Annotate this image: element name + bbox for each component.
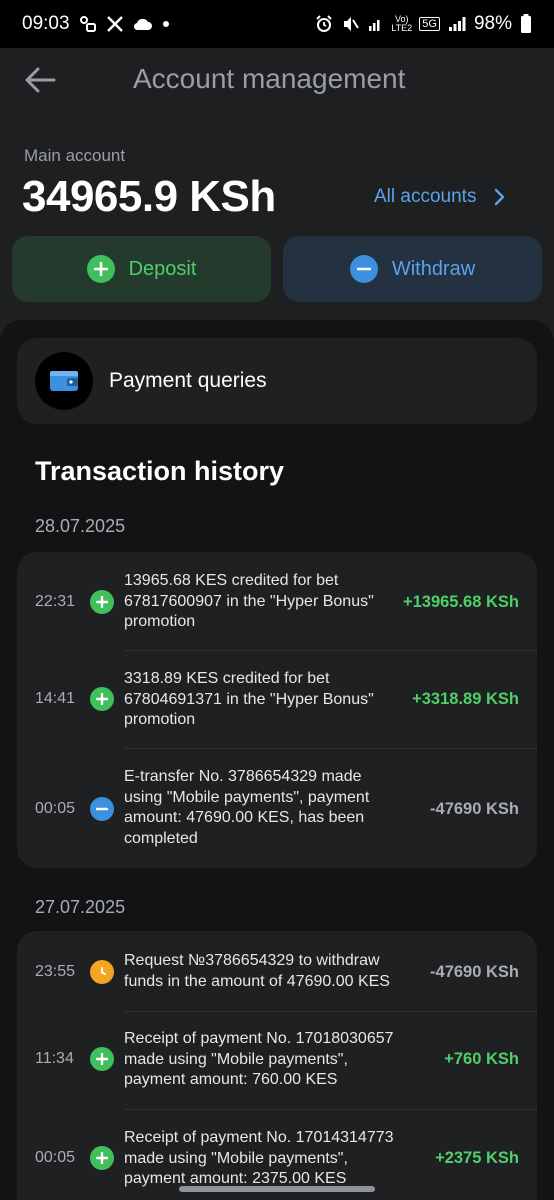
plus-icon xyxy=(90,687,114,711)
chevron-right-icon xyxy=(495,188,505,206)
notification-dot-icon xyxy=(162,20,170,28)
transaction-description: Receipt of payment No. 17018030657 made … xyxy=(124,1030,394,1088)
network-5g-label: 5G xyxy=(419,17,440,31)
app-header: Account management xyxy=(0,48,554,112)
transaction-row[interactable]: 14:41 3318.89 KES credited for bet 67804… xyxy=(17,650,537,748)
alarm-icon xyxy=(315,15,333,33)
transaction-time: 00:05 xyxy=(35,1149,76,1166)
battery-icon xyxy=(520,14,532,34)
transaction-history-title: Transaction history xyxy=(35,456,285,486)
transaction-group-card: 23:55 Request №3786654329 to withdraw fu… xyxy=(17,931,537,1200)
account-label: Main account xyxy=(24,146,126,165)
x-app-icon xyxy=(106,15,124,33)
transaction-row[interactable]: 00:05 E-transfer No. 3786654329 made usi… xyxy=(17,748,537,868)
payment-queries-label: Payment queries xyxy=(109,369,267,392)
plus-circle-icon xyxy=(86,255,115,283)
transaction-time: 11:34 xyxy=(35,1050,74,1067)
transaction-description: Request №3786654329 to withdraw funds in… xyxy=(124,952,390,990)
transaction-time: 23:55 xyxy=(35,963,76,980)
status-bar: 09:03 Vo) LTE2 5G 98% xyxy=(0,0,554,48)
deposit-button[interactable]: Deposit xyxy=(12,236,271,302)
date-header: 27.07.2025 xyxy=(35,897,126,917)
transaction-row[interactable]: 11:34 Receipt of payment No. 17018030657… xyxy=(17,1011,537,1109)
content-sheet: Payment queries Transaction history 28.0… xyxy=(0,320,554,1200)
transaction-time: 22:31 xyxy=(35,593,76,610)
withdraw-button[interactable]: Withdraw xyxy=(283,236,542,302)
account-balance: 34965.9 KSh xyxy=(22,172,276,221)
status-time: 09:03 xyxy=(22,13,70,34)
cloud-icon xyxy=(133,16,153,32)
all-accounts-label: All accounts xyxy=(374,186,477,207)
transaction-amount: +2375 KSh xyxy=(435,1149,519,1167)
transaction-time: 14:41 xyxy=(35,690,76,707)
date-header: 28.07.2025 xyxy=(35,516,126,536)
transaction-row[interactable]: 23:55 Request №3786654329 to withdraw fu… xyxy=(17,931,537,1011)
transaction-description: E-transfer No. 3786654329 made using "Mo… xyxy=(124,768,370,847)
transaction-amount: -47690 KSh xyxy=(430,800,519,818)
withdraw-label: Withdraw xyxy=(391,257,476,280)
arrow-left-icon xyxy=(25,67,56,93)
battery-percent: 98% xyxy=(473,13,512,34)
minus-circle-icon xyxy=(349,255,378,283)
transaction-amount: +13965.68 KSh xyxy=(402,593,519,611)
signal-r-icon xyxy=(367,16,383,32)
payment-queries-button[interactable]: Payment queries xyxy=(17,338,537,424)
wallet-icon xyxy=(35,352,93,410)
transaction-amount: -47690 KSh xyxy=(430,963,519,981)
page-title: Account management xyxy=(133,63,406,94)
transaction-amount: +3318.89 KSh xyxy=(412,690,519,708)
clock-icon xyxy=(90,960,114,984)
transaction-description: 13965.68 KES credited for bet 6781760090… xyxy=(124,572,374,630)
mute-icon xyxy=(341,15,360,33)
signal-icon xyxy=(448,16,466,32)
volte-label: Vo) LTE2 xyxy=(391,14,413,33)
transaction-row[interactable]: 22:31 13965.68 KES credited for bet 6781… xyxy=(17,552,537,650)
transaction-time: 00:05 xyxy=(35,800,76,817)
link-icon xyxy=(79,15,97,33)
transaction-description: 3318.89 KES credited for bet 67804691371… xyxy=(124,670,374,728)
plus-icon xyxy=(90,1047,114,1071)
transaction-group-card: 22:31 13965.68 KES credited for bet 6781… xyxy=(17,552,537,868)
account-summary-area: Account management Main account 34965.9 … xyxy=(0,48,554,348)
plus-icon xyxy=(90,590,114,614)
home-gesture-bar[interactable] xyxy=(179,1186,375,1192)
transaction-description: Receipt of payment No. 17014314773 made … xyxy=(124,1129,394,1187)
plus-icon xyxy=(90,1146,114,1170)
minus-icon xyxy=(90,797,114,821)
all-accounts-link[interactable]: All accounts xyxy=(374,186,506,208)
back-button[interactable] xyxy=(20,60,60,100)
deposit-label: Deposit xyxy=(128,257,197,280)
transaction-amount: +760 KSh xyxy=(444,1050,519,1068)
